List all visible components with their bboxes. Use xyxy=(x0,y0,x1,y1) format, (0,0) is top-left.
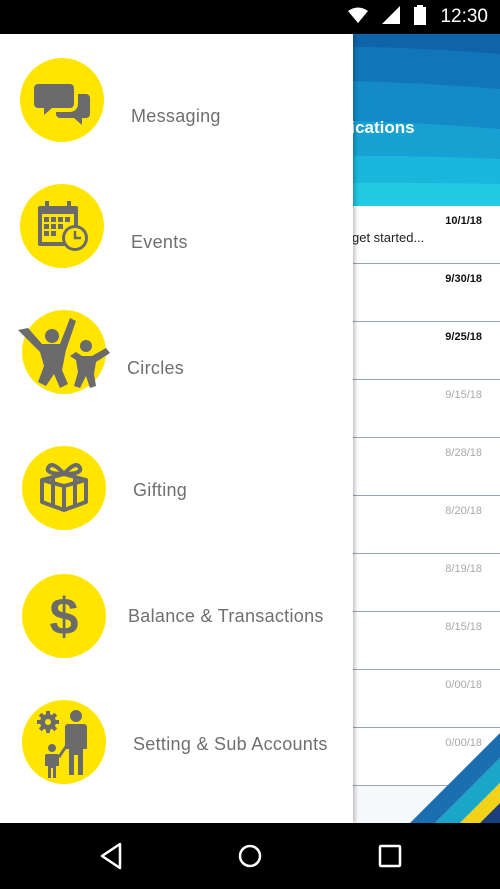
notification-date: 9/30/18 xyxy=(445,273,482,285)
notification-date: 8/19/18 xyxy=(445,563,482,575)
calendar-clock-icon xyxy=(20,184,104,268)
wifi-icon xyxy=(348,7,369,28)
navigation-drawer: Messaging Events Circles Gifting $ Balan… xyxy=(0,34,353,823)
menu-label-events: Events xyxy=(131,232,188,252)
signal-icon xyxy=(382,5,401,29)
notification-date: 9/15/18 xyxy=(445,389,482,401)
chat-bubbles-icon xyxy=(20,58,104,142)
menu-label-balance-transactions: Balance & Transactions xyxy=(128,606,324,626)
gift-box-icon xyxy=(22,446,106,530)
menu-label-setting-sub-accounts: Setting & Sub Accounts xyxy=(133,734,328,754)
back-icon[interactable] xyxy=(96,840,128,872)
gear-parent-child-icon xyxy=(22,700,106,784)
corner-stripes-decoration xyxy=(410,733,500,823)
status-time: 12:30 xyxy=(440,6,488,27)
system-navigation-bar xyxy=(0,823,500,889)
notification-date: 8/20/18 xyxy=(445,505,482,517)
menu-label-messaging: Messaging xyxy=(131,106,221,126)
menu-label-circles: Circles xyxy=(127,358,185,378)
battery-icon xyxy=(414,4,427,30)
notification-date: 9/25/18 xyxy=(445,331,482,343)
notification-date: 10/1/18 xyxy=(445,215,482,227)
notification-date: 0/00/18 xyxy=(445,679,482,691)
recents-icon[interactable] xyxy=(374,840,406,872)
menu-item-circles[interactable]: Circles xyxy=(0,310,353,430)
status-bar: 12:30 xyxy=(0,0,500,34)
dollar-sign-icon: $ xyxy=(22,574,106,658)
people-jumping-icon xyxy=(18,310,110,394)
notification-snippet: get started... xyxy=(352,230,425,245)
menu-item-gifting[interactable]: Gifting xyxy=(0,446,353,566)
menu-item-messaging[interactable]: Messaging xyxy=(0,58,353,178)
menu-item-balance-transactions[interactable]: $ Balance & Transactions xyxy=(0,574,353,694)
svg-text:$: $ xyxy=(50,588,79,646)
notification-date: 8/28/18 xyxy=(445,447,482,459)
menu-label-gifting: Gifting xyxy=(133,480,188,500)
menu-item-setting-sub-accounts[interactable]: Setting & Sub Accounts xyxy=(0,700,353,820)
notification-date: 8/15/18 xyxy=(445,621,482,633)
home-icon[interactable] xyxy=(234,840,266,872)
menu-item-events[interactable]: Events xyxy=(0,184,353,304)
